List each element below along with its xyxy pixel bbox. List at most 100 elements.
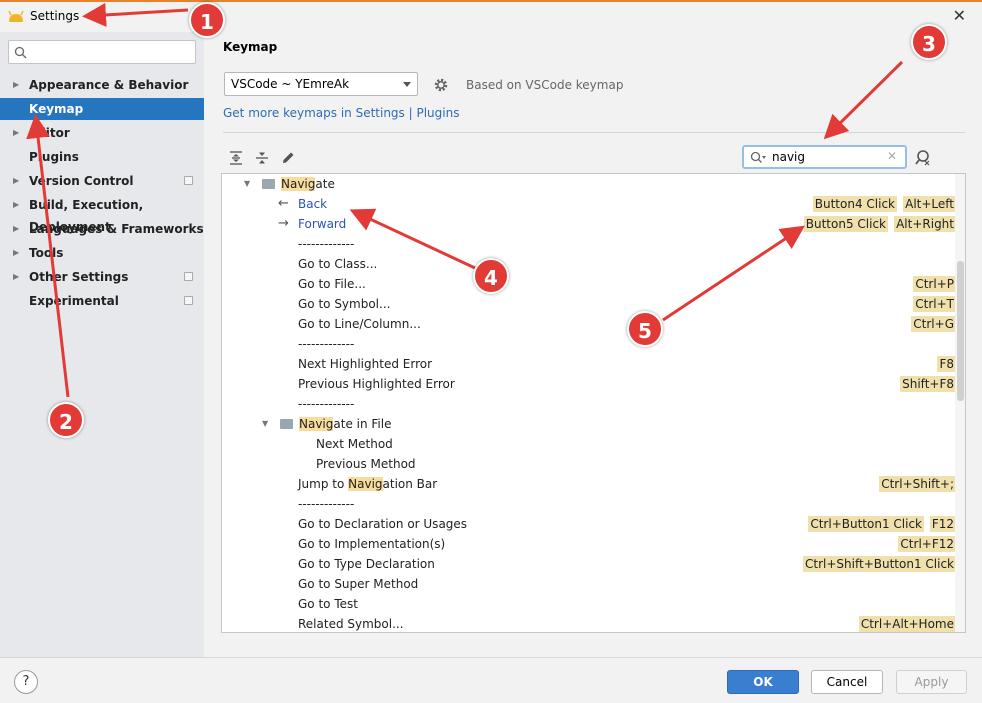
annotation-badge: 2 bbox=[48, 402, 84, 438]
search-query: navig bbox=[772, 150, 806, 164]
tree-action-row[interactable]: Go to Super Method bbox=[222, 574, 956, 594]
sidebar-item[interactable]: Keymap bbox=[0, 98, 204, 120]
shortcut-chip: Alt+Left bbox=[903, 196, 956, 212]
window-title: Settings bbox=[30, 9, 80, 23]
tree-action-row[interactable]: Go to Symbol... Ctrl+T bbox=[222, 294, 956, 314]
tree-action-row[interactable]: Go to Class... bbox=[222, 254, 956, 274]
keymap-select[interactable]: VSCode ~ YEmreAk bbox=[224, 72, 418, 96]
tree-action-row[interactable]: → Forward Button5 Click Alt+Right bbox=[222, 214, 956, 234]
tree-action-row[interactable]: Go to Declaration or Usages Ctrl+Button1 … bbox=[222, 514, 956, 534]
tree-action-row[interactable]: ------------- bbox=[222, 394, 956, 414]
project-scope-icon bbox=[184, 176, 193, 185]
tree-action-label: ------------- bbox=[298, 497, 355, 511]
tree-action-label: Previous Highlighted Error bbox=[298, 377, 455, 391]
sidebar-item[interactable]: ▶ Languages & Frameworks bbox=[0, 218, 204, 240]
label-text: Jump to bbox=[298, 477, 349, 491]
label-text: ation Bar bbox=[382, 477, 438, 491]
tree-action-row[interactable]: ------------- bbox=[222, 494, 956, 514]
search-match: Navig bbox=[348, 477, 383, 491]
shortcut-chip: Ctrl+F12 bbox=[898, 536, 956, 552]
expand-all-icon[interactable] bbox=[227, 149, 245, 167]
tree-action-row[interactable]: Previous Highlighted Error Shift+F8 bbox=[222, 374, 956, 394]
tree-action-row[interactable]: Related Symbol... Ctrl+Alt+Home bbox=[222, 614, 956, 632]
tree-action-row[interactable]: Go to File... Ctrl+P bbox=[222, 274, 956, 294]
find-by-shortcut-icon[interactable] bbox=[915, 149, 933, 167]
sidebar-item[interactable]: ▶ Tools bbox=[0, 242, 204, 264]
edit-icon[interactable] bbox=[279, 149, 297, 167]
annotation-badge: 3 bbox=[911, 24, 947, 60]
chevron-right-icon[interactable]: ▶ bbox=[13, 242, 19, 264]
tree-action-label: Go to Declaration or Usages bbox=[298, 517, 468, 531]
help-button[interactable]: ? bbox=[14, 670, 38, 694]
ok-button[interactable]: OK bbox=[727, 670, 799, 694]
chevron-right-icon[interactable]: ▶ bbox=[13, 218, 19, 240]
shortcut-chip: Ctrl+Alt+Home bbox=[858, 616, 956, 632]
shortcut-chip: Button4 Click bbox=[812, 196, 897, 212]
sidebar-item-label: Languages & Frameworks bbox=[29, 222, 204, 236]
apply-button[interactable]: Apply bbox=[896, 670, 967, 694]
sidebar-search-input[interactable] bbox=[8, 40, 196, 64]
annotation-badge: 1 bbox=[189, 2, 225, 38]
scrollbar-thumb[interactable] bbox=[957, 261, 964, 401]
gear-icon[interactable] bbox=[433, 77, 449, 93]
collapse-all-icon[interactable] bbox=[253, 149, 271, 167]
sidebar-item-label: Appearance & Behavior bbox=[29, 78, 189, 92]
folder-icon bbox=[262, 179, 275, 189]
chevron-right-icon[interactable]: ▶ bbox=[13, 122, 19, 144]
get-more-keymaps-link[interactable]: Get more keymaps in Settings | Plugins bbox=[223, 106, 459, 120]
keymap-search-input[interactable]: navig ✕ bbox=[742, 145, 907, 169]
sidebar-item[interactable]: ▶ Appearance & Behavior bbox=[0, 74, 204, 96]
tree-action-label: Go to Line/Column... bbox=[298, 317, 421, 331]
tree-action-row[interactable]: Next Highlighted Error F8 bbox=[222, 354, 956, 374]
cancel-button[interactable]: Cancel bbox=[811, 670, 883, 694]
sidebar-item[interactable]: ▶ Version Control bbox=[0, 170, 204, 192]
chevron-right-icon[interactable]: ▶ bbox=[13, 194, 19, 216]
tree-action-row[interactable]: Go to Test bbox=[222, 594, 956, 614]
sidebar-item-label: Experimental bbox=[29, 294, 119, 308]
chevron-right-icon[interactable]: ▶ bbox=[13, 74, 19, 96]
search-icon bbox=[750, 151, 766, 163]
settings-dialog: Settings ✕ ▶ Appearance & Behavior Keymap ▶… bbox=[0, 0, 982, 703]
tree-group-label: Navigate in File bbox=[299, 414, 391, 434]
tree-action-row[interactable]: Next Method bbox=[222, 434, 956, 454]
chevron-down-icon[interactable]: ▼ bbox=[244, 174, 250, 194]
sidebar-item[interactable]: ▶ Editor bbox=[0, 122, 204, 144]
sidebar-item-label: Editor bbox=[29, 126, 70, 140]
tree-group-row[interactable]: ▼ Navigate bbox=[222, 174, 956, 194]
chevron-right-icon[interactable]: ▶ bbox=[13, 266, 19, 288]
chevron-down-icon bbox=[403, 82, 411, 87]
tree-action-row[interactable]: ← Back Button4 Click Alt+Left bbox=[222, 194, 956, 214]
sidebar-item[interactable]: ▶ Build, Execution, Deployment bbox=[0, 194, 204, 234]
keymap-action-tree: ▼ Navigate ← Back Button4 Click Alt+Left → Forw… bbox=[221, 173, 966, 633]
tree-action-row[interactable]: Go to Line/Column... Ctrl+G bbox=[222, 314, 956, 334]
sidebar-item[interactable]: Experimental bbox=[0, 290, 204, 312]
sidebar-item-label: Version Control bbox=[29, 174, 134, 188]
sidebar-item[interactable]: ▶ Other Settings bbox=[0, 266, 204, 288]
annotation-badge: 4 bbox=[473, 258, 509, 294]
tree-action-row[interactable]: ------------- bbox=[222, 234, 956, 254]
tree-action-label: ------------- bbox=[298, 397, 355, 411]
chevron-down-icon[interactable]: ▼ bbox=[262, 414, 268, 434]
tree-group-label: Navigate bbox=[281, 174, 335, 194]
shortcut-chip: F12 bbox=[929, 516, 956, 532]
clear-search-icon[interactable]: ✕ bbox=[887, 149, 897, 163]
tree-action-row[interactable]: ------------- bbox=[222, 334, 956, 354]
tree-action-label: Forward bbox=[298, 217, 347, 231]
based-on-label: Based on VSCode keymap bbox=[466, 78, 624, 92]
tree-action-label: Go to Implementation(s) bbox=[298, 537, 446, 551]
scrollbar[interactable] bbox=[955, 174, 965, 632]
tree-action-row[interactable]: Go to Type Declaration Ctrl+Shift+Button1… bbox=[222, 554, 956, 574]
shortcut-chip: Ctrl+Shift+; bbox=[879, 476, 956, 492]
chevron-right-icon[interactable]: ▶ bbox=[13, 170, 19, 192]
tree-action-row[interactable]: Jump to Navigation Bar Ctrl+Shift+; bbox=[222, 474, 956, 494]
sidebar-item[interactable]: Plugins bbox=[0, 146, 204, 168]
tree-action-row[interactable]: Previous Method bbox=[222, 454, 956, 474]
tree-action-label: ------------- bbox=[298, 237, 355, 251]
settings-sidebar: ▶ Appearance & Behavior Keymap ▶ Editor Plugi… bbox=[0, 32, 204, 657]
shortcut-chip: Ctrl+G bbox=[911, 316, 956, 332]
close-icon[interactable]: ✕ bbox=[953, 6, 966, 25]
tree-action-row[interactable]: Go to Implementation(s) Ctrl+F12 bbox=[222, 534, 956, 554]
tree-action-label: Go to File... bbox=[298, 277, 366, 291]
arrow-right-icon: → bbox=[278, 216, 289, 231]
tree-group-row[interactable]: ▼ Navigate in File bbox=[222, 414, 956, 434]
